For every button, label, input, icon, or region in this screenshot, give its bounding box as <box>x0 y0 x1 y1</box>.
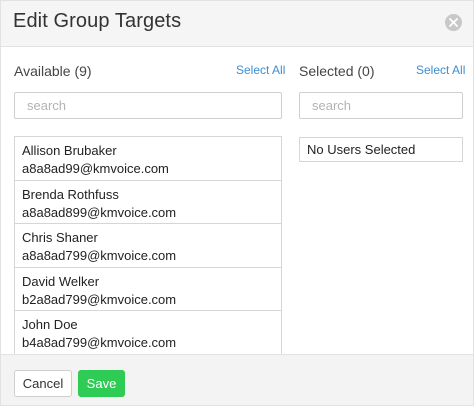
dialog-title: Edit Group Targets <box>13 10 182 32</box>
edit-group-targets-dialog: Edit Group Targets Available (9) Select … <box>0 0 474 406</box>
user-email: a8a8ad899@kmvoice.com <box>22 204 177 220</box>
user-name: Chris Shaner <box>22 230 98 245</box>
user-name: John Doe <box>22 317 78 332</box>
user-email: a8a8ad99@kmvoice.com <box>22 161 169 176</box>
user-email: a8a8ad799@kmvoice.com <box>22 248 177 263</box>
list-item[interactable]: Brenda Rothfuss a8a8ad899@kmvoice.com <box>15 181 281 224</box>
list-item[interactable]: Chris Shaner a8a8ad799@kmvoice.com <box>15 224 281 268</box>
selected-select-all-link[interactable]: Select All <box>416 63 465 77</box>
list-item[interactable]: John Doe b4a8ad799@kmvoice.com <box>15 311 281 354</box>
available-label: Available (9) <box>14 63 92 79</box>
user-name: Allison Brubaker <box>22 143 117 158</box>
user-email: b2a8ad799@kmvoice.com <box>22 291 177 307</box>
selected-users-empty-state: No Users Selected <box>299 137 463 162</box>
save-button[interactable]: Save <box>78 370 125 397</box>
cancel-button[interactable]: Cancel <box>14 370 72 397</box>
selected-search-input[interactable] <box>299 92 463 119</box>
dialog-footer: Cancel Save <box>1 354 473 405</box>
selected-label: Selected (0) <box>299 63 375 79</box>
list-item[interactable]: Allison Brubaker a8a8ad99@kmvoice.com <box>15 137 281 181</box>
available-search-input[interactable] <box>14 92 282 119</box>
user-name: Brenda Rothfuss <box>22 186 119 202</box>
available-users-list[interactable]: Allison Brubaker a8a8ad99@kmvoice.com Br… <box>14 136 282 354</box>
list-item[interactable]: David Welker b2a8ad799@kmvoice.com <box>15 268 281 311</box>
available-select-all-link[interactable]: Select All <box>236 63 285 77</box>
user-email: b4a8ad799@kmvoice.com <box>22 335 177 350</box>
close-icon[interactable] <box>445 14 462 31</box>
dialog-header: Edit Group Targets <box>1 1 473 47</box>
user-name: David Welker <box>22 273 100 289</box>
